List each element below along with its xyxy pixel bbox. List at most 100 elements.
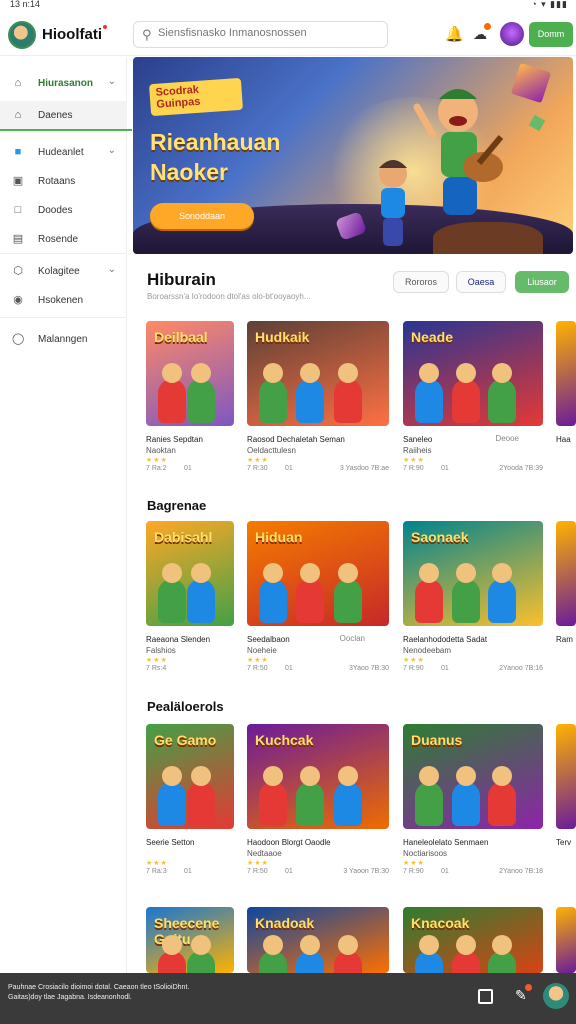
game-art-title: Dabisahl <box>154 529 213 545</box>
game-art-title: Ge Gamo <box>154 732 217 748</box>
section-title-hiburain: Hiburain <box>147 270 216 289</box>
game-side-label: Ooclan <box>339 634 365 643</box>
game-art-title: Saonaek <box>411 529 469 545</box>
sidebar-item-hiurasanon[interactable]: ⌂ Hiurasanon ⌄ <box>0 69 127 97</box>
game-thumbnail[interactable]: Hiduan <box>247 521 389 626</box>
sidebar-item-doodes[interactable]: □ Doodes <box>0 196 127 224</box>
chevron-down-icon: ⌄ <box>107 145 116 156</box>
status-bar: 13 n:14 ◔ ▾ ▮▮▮ <box>0 0 576 10</box>
sidebar-item-label: Hsokenen <box>38 295 84 306</box>
rating-stars: ★★★ <box>403 860 425 867</box>
filter-pill-1[interactable]: Rororos <box>393 271 449 293</box>
hero-banner[interactable]: Scodrak Guinpas Rieanhauan Naoker Sonodd… <box>133 57 573 254</box>
game-character <box>296 766 325 826</box>
sidebar-item-label: Kolagitee <box>38 266 80 277</box>
search-bar[interactable]: ⚲ <box>133 21 388 48</box>
hero-character-kid <box>379 160 407 246</box>
game-character <box>488 363 517 423</box>
game-rating: 7 R:90 <box>403 868 424 875</box>
sidebar-item-daenes[interactable]: ⌂ Daenes <box>0 101 132 131</box>
sidebar-item-rosende[interactable]: ▤ Rosende <box>0 225 127 253</box>
game-thumbnail[interactable]: Saonaek <box>403 521 543 626</box>
game-thumbnail[interactable]: Knadoak <box>247 907 389 973</box>
game-subtitle: Raiiheis <box>403 446 432 455</box>
user-avatar-bottom[interactable] <box>543 983 569 1009</box>
app-logo[interactable] <box>8 21 36 49</box>
square-icon[interactable] <box>478 989 493 1004</box>
sidebar-item-rotaans[interactable]: ▣ Rotaans <box>0 167 127 195</box>
game-character <box>415 363 443 423</box>
game-character <box>259 563 287 623</box>
edit-badge <box>524 984 532 991</box>
box-icon: ▣ <box>12 175 24 187</box>
game-thumbnail-peek[interactable] <box>556 907 576 973</box>
game-character <box>415 766 443 826</box>
hero-cta-button[interactable]: Sonoddaan <box>150 203 254 229</box>
sidebar-item-label: Hiurasanon <box>38 78 94 89</box>
game-thumbnail[interactable]: Neade <box>403 321 543 426</box>
notification-dot <box>103 25 107 29</box>
filter-pill-2[interactable]: Oaesa <box>456 271 506 293</box>
user-avatar[interactable] <box>500 22 524 46</box>
game-thumbnail[interactable]: Ge Gamo <box>146 724 234 829</box>
game-thumbnail-peek[interactable] <box>556 724 576 829</box>
game-art-title: Neade <box>411 329 454 345</box>
status-icons: ◔ ▾ ▮▮▮ <box>531 0 568 9</box>
game-character <box>333 563 362 623</box>
game-art-title: Hiduan <box>255 529 303 545</box>
sidebar-item-label: Rotaans <box>38 176 76 187</box>
game-thumbnail[interactable]: Duanus <box>403 724 543 829</box>
game-character <box>158 766 186 826</box>
game-character <box>333 935 362 973</box>
game-thumbnail[interactable]: Kuchcak <box>247 724 389 829</box>
game-thumbnail-peek[interactable] <box>556 521 576 626</box>
sidebar-item-hudeanlet[interactable]: ■ Hudeanlet ⌄ <box>0 138 127 166</box>
game-title: Raosod Dechaletah Seman <box>247 435 345 444</box>
game-rating: 7 R:50 <box>247 665 268 672</box>
book-icon: □ <box>14 204 22 216</box>
game-character <box>158 935 186 973</box>
edit-icon[interactable]: ✎ <box>515 984 532 1004</box>
game-meta-count: 01 <box>441 868 449 875</box>
status-time: 13 n:14 <box>10 0 41 9</box>
divider <box>0 317 127 318</box>
sidebar-item-kolagitee[interactable]: ⬡ Kolagitee ⌄ <box>0 257 127 285</box>
filter-pill-3[interactable]: Liusaor <box>515 271 569 293</box>
game-title-peek: Terv <box>556 838 572 847</box>
game-character <box>296 363 325 423</box>
game-thumbnail[interactable]: Dabisahl <box>146 521 234 626</box>
game-meta-count: 01 <box>285 665 293 672</box>
game-meta-count: 01 <box>441 665 449 672</box>
rating-stars: ★★★ <box>146 657 168 664</box>
game-side-label: Deooe <box>495 434 519 443</box>
hero-character-guitar <box>413 89 504 215</box>
game-thumbnail-peek[interactable] <box>556 321 576 426</box>
sidebar-item-hsokenen[interactable]: ◉ Hsokenen <box>0 286 127 314</box>
sidebar: ⌂ Hiurasanon ⌄ ⌂ Daenes ■ Hudeanlet ⌄ ▣ … <box>0 57 132 973</box>
game-thumbnail[interactable]: Sheecene Guitu <box>146 907 234 973</box>
game-subtitle: Noeheie <box>247 646 277 655</box>
bell-icon[interactable]: 🔔 <box>445 25 464 43</box>
game-title: Raelanhododetta Sadat <box>403 635 488 644</box>
chevron-down-icon: ⌄ <box>107 264 116 275</box>
game-character <box>187 363 215 423</box>
search-input[interactable] <box>158 27 378 39</box>
shield-icon: ◯ <box>12 333 25 345</box>
game-subtitle: Nedtaaoe <box>247 849 282 858</box>
rating-stars: ★★★ <box>247 657 269 664</box>
game-character <box>451 563 480 623</box>
cloud-icon[interactable]: ☁ <box>473 23 491 43</box>
game-meta-count: 01 <box>285 465 293 472</box>
game-character <box>259 766 287 826</box>
game-meta: 2Yanoo 7B:16 <box>499 665 543 672</box>
game-thumbnail[interactable]: Knacoak <box>403 907 543 973</box>
game-thumbnail[interactable]: Deilbaal <box>146 321 234 426</box>
action-button[interactable]: Domm <box>529 22 573 47</box>
game-title: Haodoon Blorgt Oaodle <box>247 838 331 847</box>
game-character <box>333 766 362 826</box>
game-thumbnail[interactable]: Hudkaik <box>247 321 389 426</box>
game-character <box>333 363 362 423</box>
game-meta-count: 01 <box>285 868 293 875</box>
sidebar-item-malanngen[interactable]: ◯ Malanngen <box>0 325 127 353</box>
game-character <box>415 563 443 623</box>
